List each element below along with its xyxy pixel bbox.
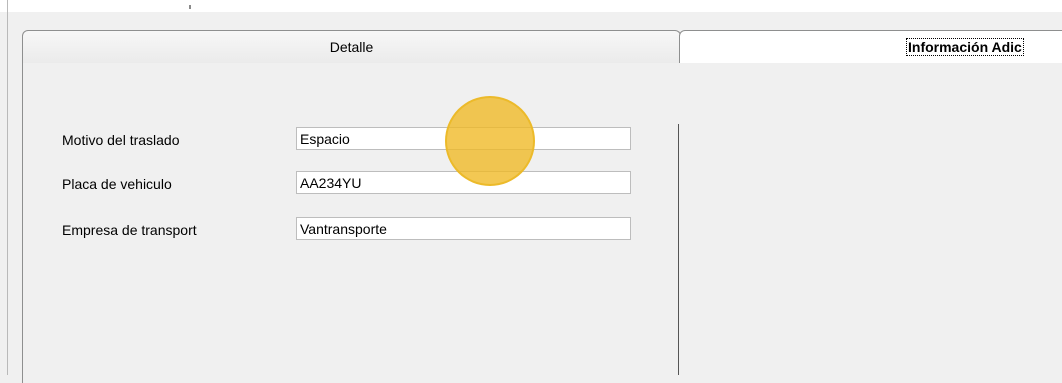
empresa-field[interactable] [296,217,631,240]
window-left-edge [7,0,8,375]
motivo-label: Motivo del traslado [62,132,180,148]
tab-informacion-adicional-label: Información Adic [906,38,1024,56]
top-tick-mark [189,5,191,9]
tab-detalle[interactable]: Detalle [22,30,681,63]
tab-informacion-adicional[interactable]: Información Adic [679,30,1062,63]
top-strip [0,0,1062,12]
tab-detalle-label: Detalle [329,39,374,55]
placa-label: Placa de vehiculo [62,176,172,192]
motivo-field[interactable] [296,127,631,150]
placa-field[interactable] [296,171,631,194]
empresa-label: Empresa de transport [62,222,197,238]
vertical-divider [678,124,679,375]
